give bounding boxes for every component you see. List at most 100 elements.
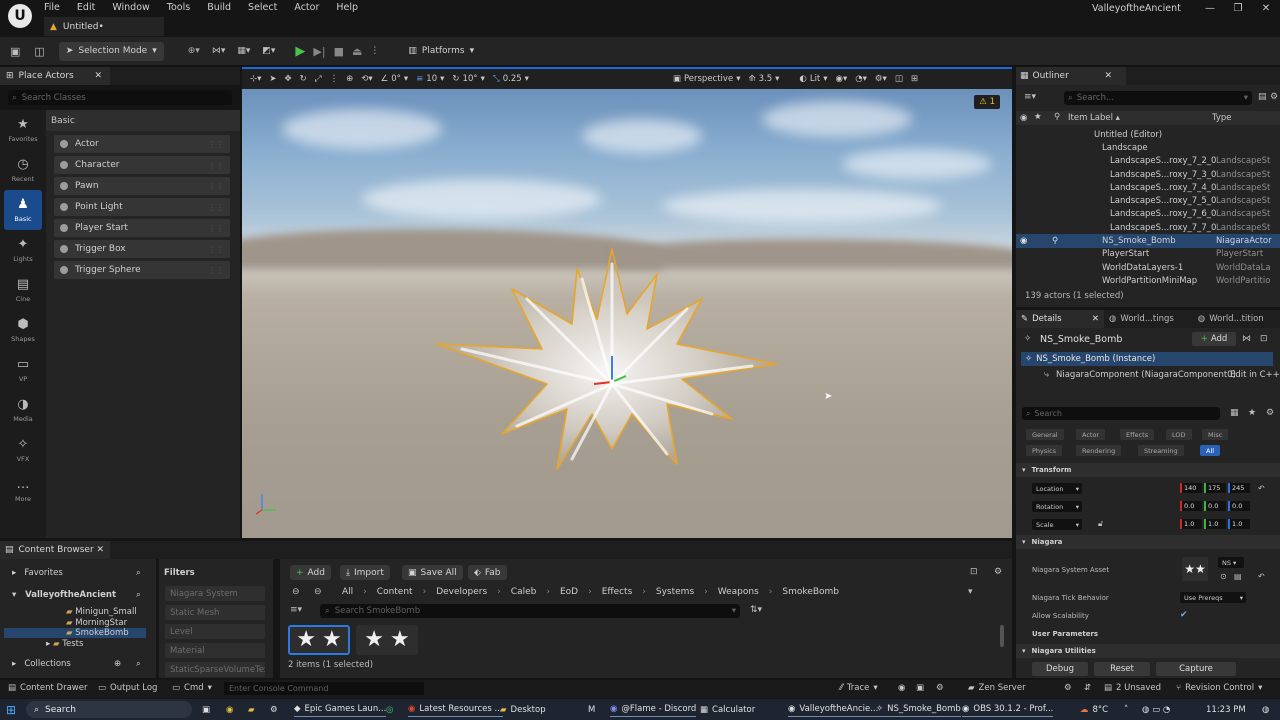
list-item-point-light[interactable]: Point Light ⋮⋮ xyxy=(54,198,230,216)
warning-badge[interactable]: ⚠ 1 xyxy=(974,95,1000,109)
visibility-column-icon[interactable]: ◉ xyxy=(1020,113,1027,123)
reset-icon[interactable]: ↶ xyxy=(1258,484,1265,493)
reset-icon[interactable]: ↶ xyxy=(1258,572,1265,581)
camera-icon[interactable]: ▣ xyxy=(916,683,924,693)
niagara-component-row[interactable]: NiagaraComponent (NiagaraComponent0) xyxy=(1056,370,1236,380)
browse-icon[interactable]: ◫ xyxy=(34,45,44,58)
outliner-row[interactable]: LandscapeS...roxy_7_2_0 LandscapeSt xyxy=(1016,155,1280,168)
surface-snap-icon[interactable]: ⟲▾ xyxy=(361,74,372,84)
settings-icon[interactable]: ⚙ xyxy=(1270,92,1278,102)
menu-edit[interactable]: Edit xyxy=(77,2,95,13)
settings-icon[interactable]: ⚙ xyxy=(1064,683,1072,693)
breadcrumb-item[interactable]: Systems xyxy=(656,587,694,597)
menu-window[interactable]: Window xyxy=(112,2,149,13)
filter-pill[interactable]: Effects xyxy=(1120,429,1155,440)
breadcrumb-item[interactable]: All xyxy=(342,587,353,597)
table-view-icon[interactable]: ▦ xyxy=(1230,408,1239,418)
scale-snap[interactable]: ⤡ 0.25 ▾ xyxy=(493,74,529,84)
close-icon[interactable]: ✕ xyxy=(94,71,102,81)
drag-handle-icon[interactable]: ⋮⋮ xyxy=(208,161,224,170)
outliner-row[interactable]: Untitled (Editor) xyxy=(1016,128,1280,141)
tray-icons[interactable]: ◍ ▭ ◔ xyxy=(1142,702,1170,717)
level-viewport[interactable]: ⚠ 1 ➤ xyxy=(242,89,1012,538)
filter-niagara-system[interactable]: Niagara System xyxy=(165,586,265,601)
scale-mode-dropdown[interactable]: Scale ▾ xyxy=(1032,519,1082,530)
filter-level[interactable]: Level xyxy=(165,624,265,639)
taskbar-app-resources[interactable]: ◉ Latest Resources ... xyxy=(408,702,503,717)
filter-pill[interactable]: Misc xyxy=(1202,429,1229,440)
chrome-icon[interactable]: ◉ xyxy=(226,702,233,717)
collections-toggle[interactable]: ▸ Collections xyxy=(12,659,71,669)
settings-icon[interactable]: ⚙ xyxy=(1266,408,1274,418)
tab-world-partition[interactable]: ◍ World...tition xyxy=(1193,310,1269,328)
stop-icon[interactable]: ■ xyxy=(334,45,344,58)
niagara-system-asset-picker[interactable]: NS ▾ xyxy=(1218,557,1244,568)
outliner-search-input[interactable]: ⌕ Search... ▾ xyxy=(1064,91,1252,105)
mail-icon[interactable]: M xyxy=(588,702,595,717)
drag-handle-icon[interactable]: ⋮⋮ xyxy=(208,182,224,191)
revision-control-button[interactable]: ⑂ Revision Control ▾ xyxy=(1176,683,1262,693)
drag-handle-icon[interactable]: ⋮⋮ xyxy=(208,140,224,149)
play-icon[interactable]: ▶ xyxy=(295,44,305,59)
menu-file[interactable]: File xyxy=(44,2,60,13)
niagara-system-thumbnail[interactable]: ★★ xyxy=(1182,557,1208,581)
blueprint-icon[interactable]: ⋈ xyxy=(1242,334,1251,344)
category-favorites[interactable]: ★ Favorites xyxy=(0,110,46,150)
category-cine[interactable]: ▤ Cine xyxy=(0,270,46,310)
eject-icon[interactable]: ⏏ xyxy=(352,45,362,58)
outliner-row[interactable]: Landscape xyxy=(1016,141,1280,154)
edit-in-cpp-link[interactable]: Edit in C++ xyxy=(1230,370,1280,380)
maximize-viewport-icon[interactable]: ⊞ xyxy=(911,74,918,84)
location-mode-dropdown[interactable]: Location ▾ xyxy=(1032,483,1082,494)
sort-icon[interactable]: ⇅▾ xyxy=(750,605,762,615)
outliner-row[interactable]: LandscapeS...roxy_7_6_0 LandscapeSt xyxy=(1016,208,1280,221)
breadcrumb-item[interactable]: Content xyxy=(377,587,413,597)
taskbar-app-obs[interactable]: ◉ OBS 30.1.2 - Prof... xyxy=(962,702,1054,717)
capture-button[interactable]: Capture xyxy=(1156,662,1236,676)
outliner-row[interactable]: LandscapeS...roxy_7_3_0 LandscapeSt xyxy=(1016,168,1280,181)
folder-smoke-bomb[interactable]: ▰ SmokeBomb xyxy=(4,628,146,638)
search-icon[interactable]: ⌕ xyxy=(136,659,141,669)
category-recent[interactable]: ◷ Recent xyxy=(0,150,46,190)
layout-icon[interactable]: ◫ xyxy=(895,74,903,84)
category-more[interactable]: … More xyxy=(0,470,46,510)
category-media[interactable]: ◑ Media xyxy=(0,390,46,430)
drag-handle-icon[interactable]: ⋮⋮ xyxy=(208,245,224,254)
selection-mode-dropdown[interactable]: ➤ Selection Mode ▾ xyxy=(58,41,164,61)
filter-static-mesh[interactable]: Static Mesh xyxy=(165,605,265,620)
category-basic[interactable]: ♟ Basic xyxy=(4,190,42,230)
location-z-field[interactable]: 245 xyxy=(1228,483,1250,493)
translate-icon[interactable]: ✥ xyxy=(285,74,292,84)
rotate-icon[interactable]: ↻ xyxy=(300,74,307,84)
list-item-pawn[interactable]: Pawn ⋮⋮ xyxy=(54,177,230,195)
chevron-down-icon[interactable]: ▾ xyxy=(968,587,973,597)
niagara-section[interactable]: ▾ Niagara xyxy=(1016,535,1280,549)
scale-z-field[interactable]: 1.0 xyxy=(1228,519,1250,529)
filter-pill[interactable]: Actor xyxy=(1076,429,1106,440)
task-view-icon[interactable]: ▣ xyxy=(202,702,210,717)
breadcrumb-item[interactable]: SmokeBomb xyxy=(782,587,839,597)
list-item-trigger-box[interactable]: Trigger Box ⋮⋮ xyxy=(54,240,230,258)
details-search-input[interactable]: ⌕ Search xyxy=(1022,407,1220,420)
taskbar-app-desktop[interactable]: ▰ Desktop xyxy=(500,702,546,717)
list-item-character[interactable]: Character ⋮⋮ xyxy=(54,156,230,174)
angle-snap[interactable]: ↻ 10° ▾ xyxy=(452,74,484,84)
maximize-button[interactable]: ❐ xyxy=(1224,0,1252,16)
outliner-row[interactable]: ◉ ⚲ NS_Smoke_Bomb NiagaraActor xyxy=(1016,234,1280,248)
category-vp[interactable]: ▭ VP xyxy=(0,350,46,390)
trace-dropdown[interactable]: ⁄⁄ Trace ▾ xyxy=(840,683,878,693)
filter-pill[interactable]: Rendering xyxy=(1076,445,1122,456)
console-input[interactable]: Enter Console Command xyxy=(224,682,424,695)
menu-actor[interactable]: Actor xyxy=(294,2,319,13)
import-button[interactable]: ⤓ Import xyxy=(340,565,390,580)
blueprint-icon[interactable]: ⋈▾ xyxy=(212,46,226,56)
filter-icon[interactable]: ≡▾ xyxy=(1024,92,1036,102)
user-parameters-label[interactable]: User Parameters xyxy=(1032,630,1098,638)
breadcrumb-item[interactable]: Effects xyxy=(602,587,633,597)
scale-icon[interactable]: ⤢ xyxy=(315,74,322,84)
transform-mode-dropdown[interactable]: ⊹▾ xyxy=(250,74,261,84)
outliner-row[interactable]: LandscapeS...roxy_7_4_0 LandscapeSt xyxy=(1016,181,1280,194)
allow-scalability-checkbox[interactable]: ✔ xyxy=(1180,610,1188,620)
scale-x-field[interactable]: 1.0 xyxy=(1180,519,1202,529)
category-lights[interactable]: ✦ Lights xyxy=(0,230,46,270)
